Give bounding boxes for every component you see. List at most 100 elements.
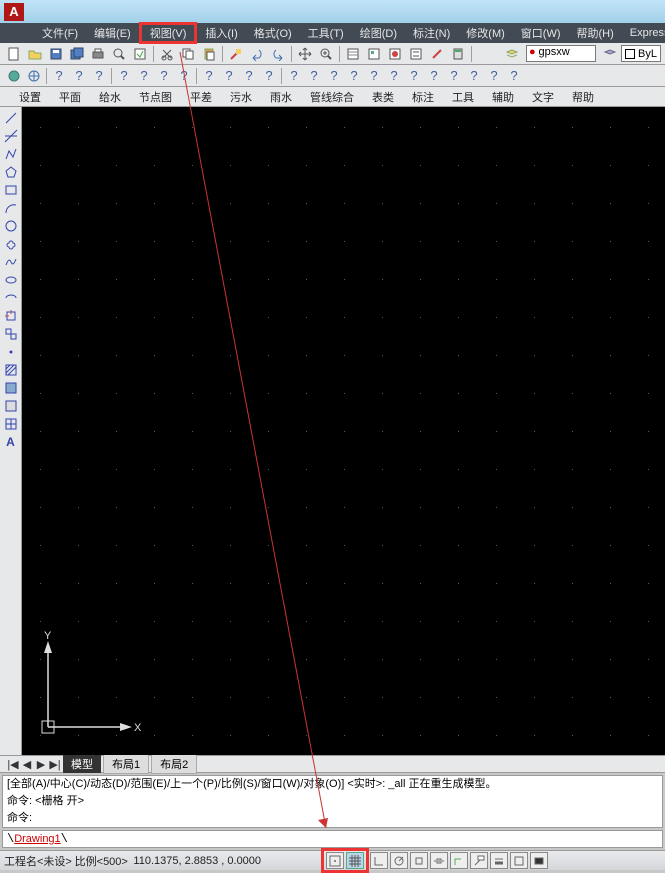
- revcloud-icon[interactable]: [2, 235, 20, 252]
- tab-first-icon[interactable]: |◀: [6, 758, 20, 771]
- zoom-icon[interactable]: [316, 44, 336, 63]
- sub-adjust[interactable]: 平差: [181, 87, 221, 107]
- tab-layout1[interactable]: 布局1: [103, 754, 149, 774]
- help-icon[interactable]: ?: [114, 66, 134, 85]
- mtext-icon[interactable]: A: [2, 433, 20, 450]
- sub-help[interactable]: 帮助: [563, 87, 603, 107]
- layer-dropdown[interactable]: ● gpsxw: [526, 45, 596, 62]
- layer-icon[interactable]: [502, 44, 522, 63]
- drawing-name[interactable]: Drawing1: [14, 833, 60, 845]
- sub-table[interactable]: 表类: [363, 87, 403, 107]
- new-icon[interactable]: [4, 44, 24, 63]
- arc-icon[interactable]: [2, 199, 20, 216]
- command-window[interactable]: [全部(A)/中心(C)/动态(D)/范围(E)/上一个(P)/比例(S)/窗口…: [2, 775, 663, 828]
- sub-rain[interactable]: 雨水: [261, 87, 301, 107]
- point-icon[interactable]: [2, 343, 20, 360]
- table-icon[interactable]: [2, 415, 20, 432]
- publish-icon[interactable]: [130, 44, 150, 63]
- help-icon[interactable]: ?: [444, 66, 464, 85]
- props-icon[interactable]: [343, 44, 363, 63]
- help-icon[interactable]: ?: [199, 66, 219, 85]
- drawing-canvas[interactable]: Y X: [22, 107, 665, 755]
- dyn-button[interactable]: [470, 852, 488, 869]
- cut-icon[interactable]: [157, 44, 177, 63]
- hatch-icon[interactable]: [2, 361, 20, 378]
- line-icon[interactable]: [2, 109, 20, 126]
- paste-icon[interactable]: [199, 44, 219, 63]
- color-bylayer[interactable]: ByL: [621, 45, 661, 62]
- menu-format[interactable]: 格式(O): [246, 22, 300, 44]
- help-icon[interactable]: ?: [259, 66, 279, 85]
- menu-help[interactable]: 帮助(H): [569, 22, 622, 44]
- save-icon[interactable]: [46, 44, 66, 63]
- ellipse-icon[interactable]: [2, 271, 20, 288]
- help-icon[interactable]: ?: [324, 66, 344, 85]
- pan-icon[interactable]: [295, 44, 315, 63]
- rect-icon[interactable]: [2, 181, 20, 198]
- sub-tool[interactable]: 工具: [443, 87, 483, 107]
- menu-express[interactable]: Express: [622, 24, 665, 42]
- lwt-button[interactable]: [490, 852, 508, 869]
- block-icon[interactable]: [2, 325, 20, 342]
- help-icon[interactable]: ?: [239, 66, 259, 85]
- help-icon[interactable]: ?: [384, 66, 404, 85]
- undo-icon[interactable]: [247, 44, 267, 63]
- circle-icon[interactable]: [2, 217, 20, 234]
- sub-sewage[interactable]: 污水: [221, 87, 261, 107]
- snap-button[interactable]: [326, 852, 344, 869]
- help-icon[interactable]: ?: [364, 66, 384, 85]
- ortho-button[interactable]: [370, 852, 388, 869]
- menu-window[interactable]: 窗口(W): [513, 22, 569, 44]
- redo-icon[interactable]: [268, 44, 288, 63]
- help-icon[interactable]: ?: [464, 66, 484, 85]
- sub-dim[interactable]: 标注: [403, 87, 443, 107]
- help-icon[interactable]: ?: [219, 66, 239, 85]
- tp-icon[interactable]: [385, 44, 405, 63]
- sub-node[interactable]: 节点图: [130, 87, 181, 107]
- help-icon[interactable]: ?: [484, 66, 504, 85]
- menu-view[interactable]: 视图(V): [142, 25, 195, 43]
- qp-button[interactable]: [510, 852, 528, 869]
- grid-button[interactable]: [346, 852, 364, 869]
- help-icon[interactable]: ?: [424, 66, 444, 85]
- ellipsearc-icon[interactable]: [2, 289, 20, 306]
- sub-aux[interactable]: 辅助: [483, 87, 523, 107]
- open-icon[interactable]: [25, 44, 45, 63]
- layer-state-icon[interactable]: [600, 44, 620, 63]
- ducs-button[interactable]: [450, 852, 468, 869]
- help-icon[interactable]: ?: [154, 66, 174, 85]
- xline-icon[interactable]: [2, 127, 20, 144]
- tab-next-icon[interactable]: ▶: [34, 758, 48, 771]
- sub-pipe[interactable]: 管线综合: [301, 87, 363, 107]
- polar-button[interactable]: [390, 852, 408, 869]
- calc-icon[interactable]: [448, 44, 468, 63]
- help-icon[interactable]: ?: [69, 66, 89, 85]
- saveas-icon[interactable]: [67, 44, 87, 63]
- spline-icon[interactable]: [2, 253, 20, 270]
- print-icon[interactable]: [88, 44, 108, 63]
- menu-tools[interactable]: 工具(T): [300, 22, 352, 44]
- help-icon[interactable]: ?: [174, 66, 194, 85]
- menu-dim[interactable]: 标注(N): [405, 22, 458, 44]
- dc-icon[interactable]: [364, 44, 384, 63]
- menu-insert[interactable]: 插入(I): [197, 22, 245, 44]
- pline-icon[interactable]: [2, 145, 20, 162]
- preview-icon[interactable]: [109, 44, 129, 63]
- sub-water[interactable]: 给水: [90, 87, 130, 107]
- menu-edit[interactable]: 编辑(E): [86, 22, 139, 44]
- menu-draw[interactable]: 绘图(D): [352, 22, 405, 44]
- sub-settings[interactable]: 设置: [10, 87, 50, 107]
- cmd-prompt[interactable]: 命令:: [3, 810, 662, 827]
- region-icon[interactable]: [2, 397, 20, 414]
- menu-file[interactable]: 文件(F): [34, 22, 86, 44]
- hyperlink-icon[interactable]: [24, 66, 44, 85]
- tab-model[interactable]: 模型: [63, 755, 101, 773]
- copy-icon[interactable]: [178, 44, 198, 63]
- ssm-icon[interactable]: [406, 44, 426, 63]
- otrack-button[interactable]: [430, 852, 448, 869]
- help-icon[interactable]: ?: [304, 66, 324, 85]
- help-icon[interactable]: ?: [134, 66, 154, 85]
- help-icon[interactable]: ?: [404, 66, 424, 85]
- tab-layout2[interactable]: 布局2: [151, 754, 197, 774]
- model-button[interactable]: [530, 852, 548, 869]
